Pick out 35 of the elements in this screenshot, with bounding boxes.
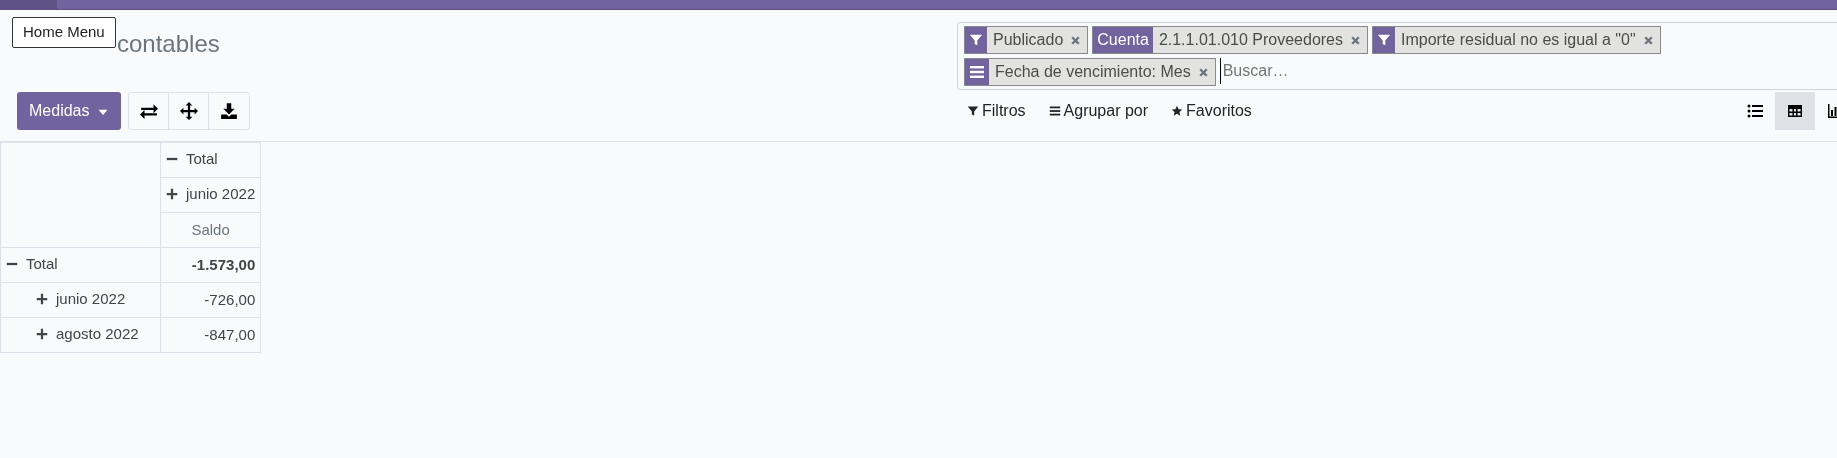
search-menu-button[interactable]: Filtros [967,99,1026,123]
facet-value: Publicado [992,30,1065,50]
search-input[interactable]: Buscar… [1219,58,1420,84]
star-icon [1171,105,1184,117]
measures-dropdown[interactable]: Medidas [17,92,122,130]
table-icon [1787,103,1803,119]
view-switch-button[interactable] [1775,92,1815,130]
page-title: contables [117,29,220,59]
filter-icon [967,105,979,117]
search-facet[interactable]: Importe residual no es igual a "0" [1372,26,1661,54]
search-facet[interactable]: Cuenta 2.1.1.01.010 Proveedores [1092,26,1368,54]
list-icon [1747,103,1763,119]
facet-value: Fecha de vencimiento: Mes [994,62,1192,82]
facet-value: 2.1.1.01.010 Proveedores [1157,30,1344,50]
table-cell: -847,00 [160,317,261,353]
download-icon [220,102,239,120]
table-cell: -726,00 [160,282,261,318]
search-facet[interactable]: Fecha de vencimiento: Mes [964,58,1216,86]
plus-icon [166,188,178,201]
swap-arrows-icon [140,102,158,120]
search-menu-button[interactable]: Agrupar por [1048,99,1149,123]
list-lines-icon [1048,105,1061,117]
filter-icon [969,33,983,47]
group-by-icon [969,64,985,80]
plus-icon [36,328,48,341]
measure-header: Saldo [160,212,261,248]
facet-label: Cuenta [1093,27,1153,53]
table-cell: -1.573,00 [160,247,261,283]
search-menu-button[interactable]: Favoritos [1171,99,1252,123]
filter-icon [1377,33,1391,47]
search-facet[interactable]: Publicado [964,26,1089,54]
plus-icon [36,293,48,306]
facet-value: Importe residual no es igual a "0" [1400,30,1637,50]
tooltip: Home Menu [12,17,116,48]
move-arrows-icon [180,102,198,120]
